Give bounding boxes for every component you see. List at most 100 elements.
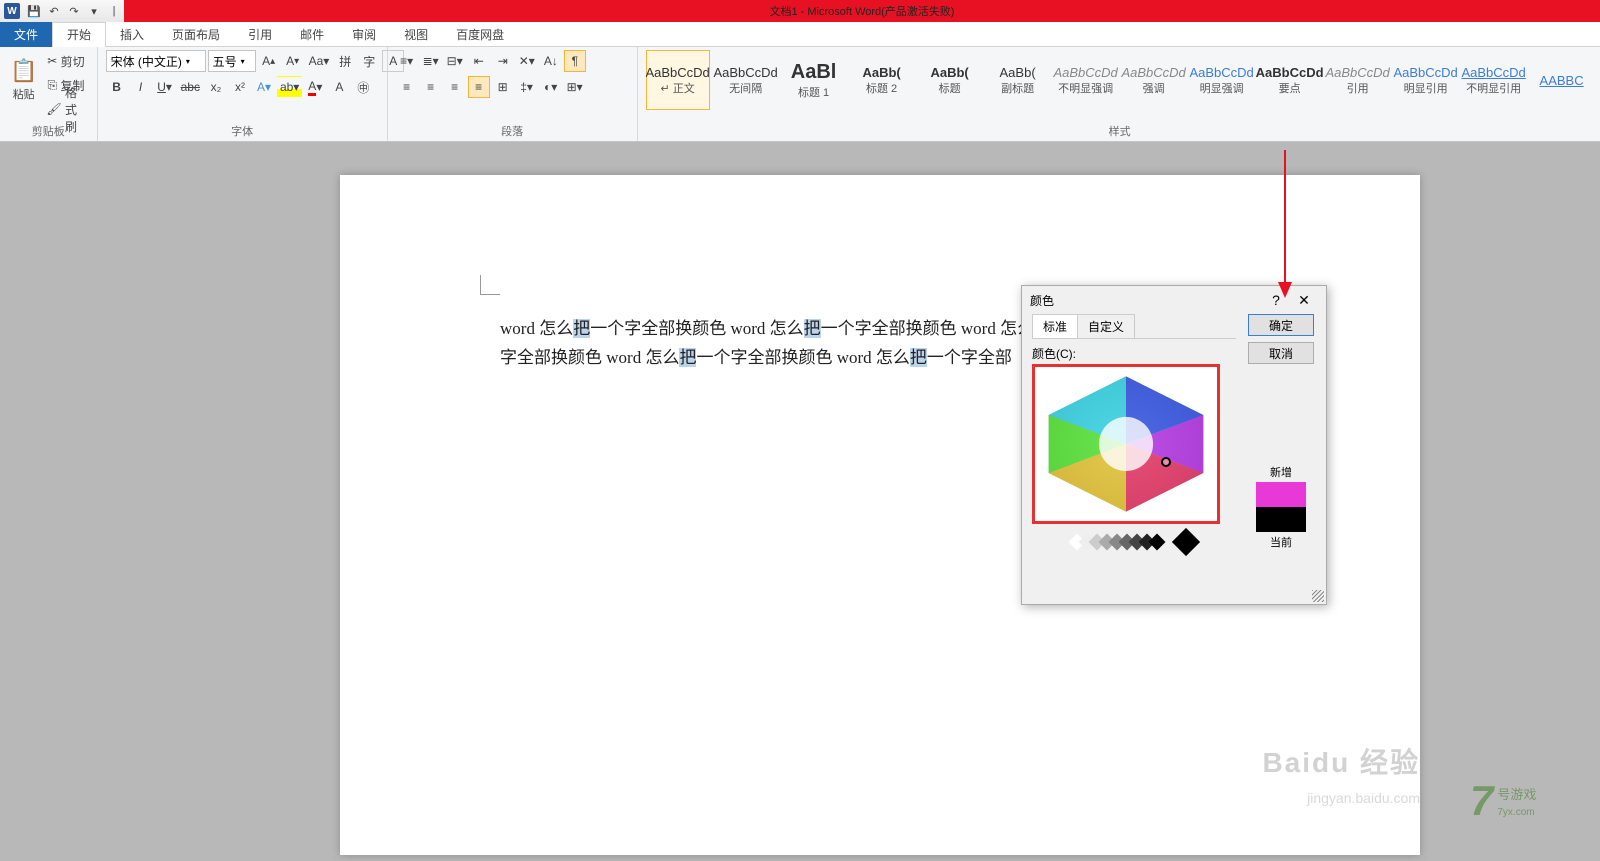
tab-standard[interactable]: 标准 xyxy=(1032,314,1078,338)
increase-indent-button[interactable]: ⇥ xyxy=(492,50,514,72)
dialog-close-button[interactable]: ✕ xyxy=(1290,288,1318,312)
qat-redo-icon[interactable]: ↷ xyxy=(64,2,84,20)
style-name: 要点 xyxy=(1279,80,1301,96)
style-item[interactable]: AaBbCcDd要点 xyxy=(1258,50,1322,110)
dialog-help-button[interactable]: ? xyxy=(1262,288,1290,312)
color-dialog: 颜色 ? ✕ 标准 自定义 颜色(C): xyxy=(1021,285,1327,605)
italic-button[interactable]: I xyxy=(130,76,152,98)
colors-label: 颜色(C): xyxy=(1032,345,1236,362)
bullets-button[interactable]: ≡▾ xyxy=(396,50,418,72)
new-label: 新增 xyxy=(1270,464,1292,480)
multilevel-button[interactable]: ⊟▾ xyxy=(444,50,466,72)
font-color-button[interactable]: A▾ xyxy=(304,76,326,98)
grayscale-row[interactable] xyxy=(1032,532,1236,552)
char-border-button[interactable]: 字 xyxy=(358,50,380,72)
style-item[interactable]: AaBl标题 1 xyxy=(782,50,846,110)
align-left-button[interactable]: ≡ xyxy=(396,76,418,98)
tab-references[interactable]: 引用 xyxy=(234,22,286,47)
justify-button[interactable]: ≡ xyxy=(468,76,490,98)
style-preview: AaBbCcDd xyxy=(1393,65,1457,80)
tab-custom[interactable]: 自定义 xyxy=(1077,314,1135,338)
text-effects-button[interactable]: A▾ xyxy=(253,76,275,98)
shading-button[interactable]: ◐▾ xyxy=(540,76,562,98)
watermark-baidu: Baidu 经验 xyxy=(1262,741,1420,781)
borders-button[interactable]: ⊞▾ xyxy=(564,76,586,98)
tab-home[interactable]: 开始 xyxy=(52,22,106,47)
gray-swatch[interactable] xyxy=(1149,534,1166,551)
show-marks-button[interactable]: ¶ xyxy=(564,50,586,72)
style-name: 标题 1 xyxy=(798,84,829,100)
asian-layout-button[interactable]: ✕▾ xyxy=(516,50,538,72)
numbering-button[interactable]: ≣▾ xyxy=(420,50,442,72)
tab-layout[interactable]: 页面布局 xyxy=(158,22,234,47)
tab-view[interactable]: 视图 xyxy=(390,22,442,47)
style-preview: AaBbCcDd xyxy=(1053,65,1117,80)
copy-icon: ⎘ xyxy=(48,78,58,93)
cut-button[interactable]: ✂ 剪切 xyxy=(43,50,88,72)
style-item[interactable]: AaBbCcDd↵ 正文 xyxy=(646,50,710,110)
ok-button[interactable]: 确定 xyxy=(1248,314,1314,336)
style-name: 标题 xyxy=(939,80,961,96)
word-app-icon: W xyxy=(4,3,20,19)
style-preview: AaBbCcDd xyxy=(1325,65,1389,80)
cancel-button[interactable]: 取消 xyxy=(1248,342,1314,364)
change-case-button[interactable]: Aa▾ xyxy=(306,50,333,72)
style-item[interactable]: AaBbCcDd明显强调 xyxy=(1190,50,1254,110)
char-shading-button[interactable]: A xyxy=(328,76,350,98)
group-font: 宋体 (中文正)▾ 五号▾ A▴ A▾ Aa▾ 拼 字 A B I U▾ abc… xyxy=(98,47,388,141)
qat-undo-icon[interactable]: ↶ xyxy=(44,2,64,20)
style-preview: AaBbCcDd xyxy=(1121,65,1185,80)
highlight-button[interactable]: ab▾ xyxy=(277,76,302,98)
style-item[interactable]: AaBbCcDd明显引用 xyxy=(1394,50,1458,110)
font-name-combo[interactable]: 宋体 (中文正)▾ xyxy=(106,50,206,72)
dialog-title: 颜色 xyxy=(1030,292,1054,309)
tab-file[interactable]: 文件 xyxy=(0,22,52,47)
ribbon: 📋 粘贴 ✂ 剪切 ⎘ 复制 🖌 格式刷 剪贴板 宋体 (中文正)▾ 五号▾ A… xyxy=(0,47,1600,142)
format-painter-button[interactable]: 🖌 格式刷 xyxy=(43,98,88,120)
strikethrough-button[interactable]: abc xyxy=(178,76,203,98)
subscript-button[interactable]: x₂ xyxy=(205,76,227,98)
style-item[interactable]: AaBbCcDd无间隔 xyxy=(714,50,778,110)
align-center-button[interactable]: ≡ xyxy=(420,76,442,98)
style-item[interactable]: AaBbCcDd不明显引用 xyxy=(1462,50,1526,110)
black-hex-swatch[interactable] xyxy=(1172,528,1200,556)
distribute-button[interactable]: ⊞ xyxy=(492,76,514,98)
underline-button[interactable]: U▾ xyxy=(154,76,176,98)
resize-grip-icon[interactable] xyxy=(1312,590,1324,602)
shrink-font-button[interactable]: A▾ xyxy=(282,50,304,72)
superscript-button[interactable]: x² xyxy=(229,76,251,98)
style-item[interactable]: AaBb(标题 xyxy=(918,50,982,110)
paste-button[interactable]: 📋 粘贴 xyxy=(8,50,39,110)
style-item[interactable]: AaBb(副标题 xyxy=(986,50,1050,110)
decrease-indent-button[interactable]: ⇤ xyxy=(468,50,490,72)
enclose-char-button[interactable]: ㊥ xyxy=(352,76,374,98)
dialog-titlebar[interactable]: 颜色 ? ✕ xyxy=(1022,286,1326,314)
align-right-button[interactable]: ≡ xyxy=(444,76,466,98)
group-clipboard: 📋 粘贴 ✂ 剪切 ⎘ 复制 🖌 格式刷 剪贴板 xyxy=(0,47,98,141)
group-clipboard-label: 剪贴板 xyxy=(8,121,89,139)
tab-review[interactable]: 审阅 xyxy=(338,22,390,47)
font-size-value: 五号 xyxy=(213,53,237,70)
phonetic-guide-button[interactable]: 拼 xyxy=(334,50,356,72)
grow-font-button[interactable]: A▴ xyxy=(258,50,280,72)
style-item[interactable]: AABBC xyxy=(1530,50,1594,110)
tab-mailings[interactable]: 邮件 xyxy=(286,22,338,47)
line-spacing-button[interactable]: ‡▾ xyxy=(516,76,538,98)
tab-insert[interactable]: 插入 xyxy=(106,22,158,47)
group-paragraph-label: 段落 xyxy=(396,121,629,139)
style-item[interactable]: AaBbCcDd不明显强调 xyxy=(1054,50,1118,110)
group-styles: AaBbCcDd↵ 正文AaBbCcDd无间隔AaBl标题 1AaBb(标题 2… xyxy=(638,47,1600,141)
qat-save-icon[interactable]: 💾 xyxy=(24,2,44,20)
sort-button[interactable]: A↓ xyxy=(540,50,562,72)
style-item[interactable]: AaBbCcDd强调 xyxy=(1122,50,1186,110)
tab-baidu[interactable]: 百度网盘 xyxy=(442,22,518,47)
style-name: ↵ 正文 xyxy=(660,80,694,96)
bold-button[interactable]: B xyxy=(106,76,128,98)
color-hexagon[interactable] xyxy=(1032,364,1220,524)
style-item[interactable]: AaBbCcDd引用 xyxy=(1326,50,1390,110)
style-item[interactable]: AaBb(标题 2 xyxy=(850,50,914,110)
ribbon-tabs: 文件 开始 插入 页面布局 引用 邮件 审阅 视图 百度网盘 xyxy=(0,22,1600,47)
font-size-combo[interactable]: 五号▾ xyxy=(208,50,256,72)
window-title: 文档1 - Microsoft Word(产品激活失败) xyxy=(124,0,1600,22)
qat-customize-icon[interactable]: ▾ xyxy=(84,2,104,20)
